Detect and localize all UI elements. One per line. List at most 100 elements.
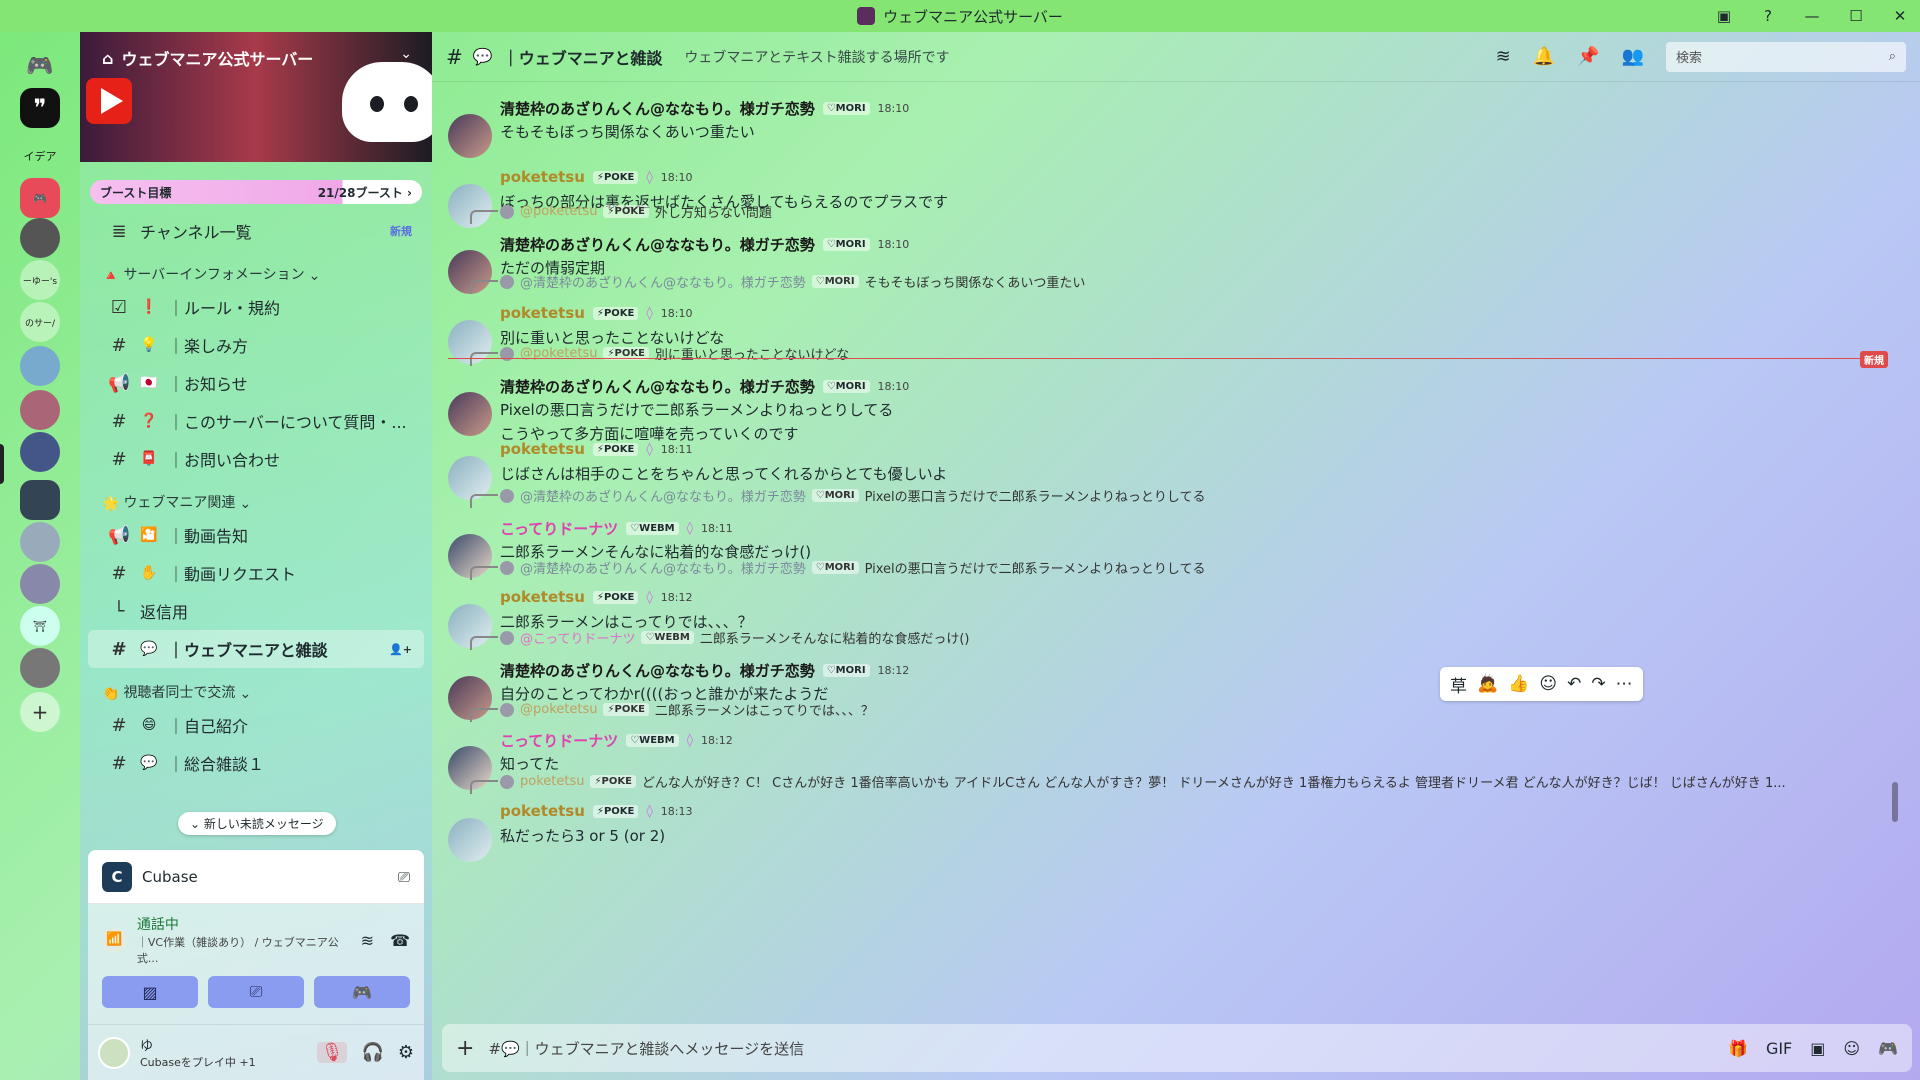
- add-member-icon[interactable]: 👤+: [389, 643, 412, 656]
- server-name-header[interactable]: ⌂ ウェブマニア公式サーバー: [102, 46, 313, 70]
- camera-off-button[interactable]: ▨: [102, 976, 198, 1008]
- reaction-grass-icon[interactable]: 草: [1450, 672, 1467, 697]
- reply-preview[interactable]: @清楚枠のあざりんくん@ななもり。様ガチ恋勢 ♡MORI そもそもぼっち関係なくあい…: [469, 272, 1085, 294]
- reply-preview[interactable]: @poketetsu ⚡POKE 別に重いと思ったことないけどな: [469, 344, 849, 366]
- gif-icon[interactable]: GIF: [1766, 1039, 1792, 1058]
- activity-button[interactable]: 🎮: [314, 976, 410, 1008]
- user-avatar[interactable]: [98, 1036, 130, 1069]
- channel-item[interactable]: # ❓ ｜このサーバーについて質問・...: [88, 402, 424, 440]
- message-author[interactable]: poketetsu: [500, 440, 585, 458]
- voice-channel-name[interactable]: ｜VC作業（雑談あり） / ウェブマニア公式...: [137, 934, 351, 966]
- channel-item[interactable]: # 💬 ｜ウェブマニアと雑談 👤+: [88, 630, 424, 668]
- rail-server-6[interactable]: ーゆー's: [20, 260, 60, 300]
- rail-server-15[interactable]: [20, 648, 60, 688]
- boost-goal-bar[interactable]: ブースト目標 21/28ブースト ›: [90, 180, 422, 204]
- disconnect-icon[interactable]: ☎: [390, 931, 410, 950]
- rail-server-7[interactable]: のサー/: [20, 302, 60, 342]
- pin-icon[interactable]: 📌: [1577, 46, 1599, 67]
- message-author[interactable]: こってりドーナツ: [500, 730, 618, 751]
- new-unread-pill[interactable]: ⌄ 新しい未読メッセージ: [178, 812, 336, 835]
- message-header: 清楚枠のあざりんくん@ななもり。様ガチ恋勢 ♡MORI 18:10: [500, 376, 909, 397]
- reaction-thumbs-up-icon[interactable]: 👍: [1508, 674, 1529, 694]
- channel-item[interactable]: # 📮 ｜お問い合わせ: [88, 440, 424, 478]
- add-attachment-icon[interactable]: +: [456, 1036, 474, 1061]
- channel-topic[interactable]: ウェブマニアとテキスト雑談する場所です: [684, 47, 949, 67]
- reaction-person-icon[interactable]: 🙇: [1477, 674, 1498, 694]
- add-server-icon[interactable]: +: [20, 692, 60, 732]
- message-author[interactable]: 清楚枠のあざりんくん@ななもり。様ガチ恋勢: [500, 376, 815, 397]
- rail-server-9[interactable]: [20, 390, 60, 430]
- threads-icon[interactable]: ≋: [1496, 46, 1511, 67]
- message-author[interactable]: poketetsu: [500, 304, 585, 322]
- server-banner[interactable]: ⌂ ウェブマニア公式サーバー ⌄: [80, 32, 432, 162]
- mic-muted-icon[interactable]: 🎙: [316, 1042, 348, 1063]
- signal-icon[interactable]: 📶: [102, 927, 127, 953]
- rail-server-5[interactable]: [20, 218, 60, 258]
- channel-item[interactable]: # ✋ ｜動画リクエスト: [88, 554, 424, 592]
- sticker-icon[interactable]: ▣: [1810, 1039, 1825, 1058]
- search-input[interactable]: 検索 ⌕: [1666, 41, 1906, 72]
- settings-gear-icon[interactable]: ⚙: [398, 1042, 414, 1063]
- channel-item[interactable]: └ 返信用: [88, 592, 424, 630]
- reply-preview[interactable]: @poketetsu ⚡POKE 二郎系ラーメンはこってりでは、、、？: [470, 700, 874, 722]
- channel-list-link[interactable]: ≣ チャンネル一覧 新規: [88, 212, 424, 250]
- rail-server-13[interactable]: [20, 564, 60, 604]
- reply-preview[interactable]: @清楚枠のあざりんくん@ななもり。様ガチ恋勢 ♡MORI Pixelの悪口言うだけで…: [470, 558, 1206, 580]
- message-author[interactable]: 清楚枠のあざりんくん@ななもり。様ガチ恋勢: [500, 660, 815, 681]
- category-header[interactable]: 👏 視聴者同士で交流 ⌄: [80, 676, 432, 706]
- activity-row[interactable]: C Cubase ⎚: [88, 850, 424, 904]
- emoji-icon[interactable]: ☺: [1843, 1039, 1860, 1058]
- channel-item[interactable]: 📢 🇯🇵 ｜お知らせ: [88, 364, 424, 402]
- category-header[interactable]: 🌟 ウェブマニア関連 ⌄: [80, 486, 432, 516]
- rail-server-8[interactable]: [20, 346, 60, 386]
- minimize-button[interactable]: —: [1802, 7, 1822, 25]
- message-author[interactable]: 清楚枠のあざりんくん@ななもり。様ガチ恋勢: [500, 98, 815, 119]
- inbox-icon[interactable]: ▣: [1714, 7, 1734, 25]
- rail-server-14[interactable]: ⛩: [20, 606, 60, 646]
- message-composer[interactable]: + #💬｜ウェブマニアと雑談へメッセージを送信 🎁 GIF ▣ ☺ 🎮: [442, 1024, 1912, 1072]
- chevron-down-icon[interactable]: ⌄: [400, 46, 412, 62]
- message-avatar[interactable]: [448, 114, 492, 158]
- help-icon[interactable]: ?: [1758, 7, 1778, 25]
- rail-server-12[interactable]: [20, 522, 60, 562]
- message-author[interactable]: 清楚枠のあざりんくん@ななもり。様ガチ恋勢: [500, 234, 815, 255]
- reply-preview[interactable]: poketetsu ⚡POKE どんな人が好き？C！ Cさんが好き 1番倍率高いかも…: [470, 772, 1786, 794]
- message-author[interactable]: こってりドーナツ: [500, 518, 618, 539]
- screen-share-button[interactable]: ⎚: [208, 976, 304, 1008]
- channel-item[interactable]: ☑ ❗ ｜ルール・規約: [88, 288, 424, 326]
- forward-icon[interactable]: ↷: [1591, 674, 1605, 694]
- message-author[interactable]: poketetsu: [500, 802, 585, 820]
- message-avatar[interactable]: [448, 392, 492, 436]
- noise-suppression-icon[interactable]: ≋: [361, 931, 374, 950]
- more-icon[interactable]: ⋯: [1616, 674, 1633, 694]
- rail-server-idea[interactable]: イデア: [20, 136, 60, 176]
- rail-server-10[interactable]: [20, 432, 60, 472]
- stream-icon[interactable]: ⎚: [398, 868, 410, 886]
- reply-preview[interactable]: @清楚枠のあざりんくん@ななもり。様ガチ恋勢 ♡MORI Pixelの悪口言うだけで…: [470, 486, 1206, 508]
- rail-server-quote[interactable]: ❞: [20, 88, 60, 128]
- apps-icon[interactable]: 🎮: [1878, 1039, 1898, 1058]
- reply-preview[interactable]: @こってりドーナツ ♡WEBM 二郎系ラーメンそんなに粘着的な食感だっけ(): [469, 628, 969, 650]
- reply-icon[interactable]: ↶: [1567, 674, 1581, 694]
- message-author[interactable]: poketetsu: [500, 588, 585, 606]
- home-icon[interactable]: 🎮: [20, 46, 60, 86]
- rail-server-webmania[interactable]: [20, 480, 60, 520]
- members-icon[interactable]: 👥: [1622, 46, 1644, 67]
- headphones-icon[interactable]: 🎧: [361, 1042, 383, 1063]
- bell-icon[interactable]: 🔔: [1533, 46, 1555, 67]
- channel-item[interactable]: # 😄 ｜自己紹介: [88, 706, 424, 744]
- maximize-button[interactable]: ☐: [1846, 7, 1866, 25]
- channel-item[interactable]: 📢 🎦 ｜動画告知: [88, 516, 424, 554]
- channel-item[interactable]: # 💬 ｜総合雑談１: [88, 744, 424, 782]
- rail-server-discord[interactable]: 🎮: [20, 178, 60, 218]
- add-reaction-icon[interactable]: ☺: [1539, 674, 1557, 694]
- channel-item[interactable]: # 💡 ｜楽しみ方: [88, 326, 424, 364]
- close-button[interactable]: ✕: [1890, 7, 1910, 25]
- role-tag: ♡MORI: [822, 664, 870, 677]
- message-author[interactable]: poketetsu: [500, 168, 585, 186]
- message-avatar[interactable]: [448, 818, 492, 862]
- scrollbar-thumb[interactable]: [1892, 782, 1898, 822]
- reply-preview[interactable]: @poketetsu ⚡POKE 外し方知らない問題: [470, 202, 772, 224]
- category-header[interactable]: 🔺 サーバーインフォメーション ⌄: [80, 258, 432, 288]
- gift-icon[interactable]: 🎁: [1728, 1039, 1748, 1058]
